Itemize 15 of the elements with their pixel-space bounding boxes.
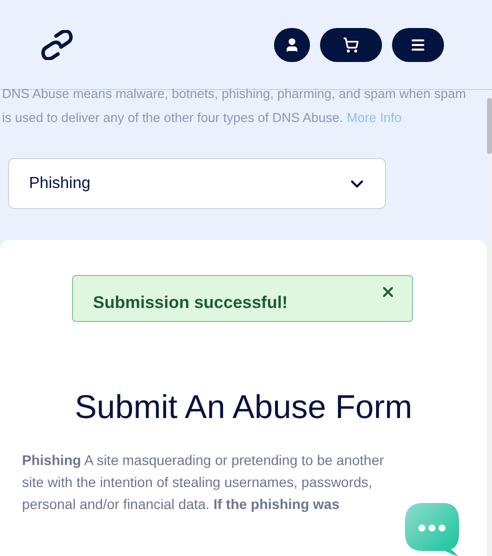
alert-message: Submission successful! bbox=[93, 292, 288, 314]
close-icon bbox=[380, 284, 396, 300]
form-title: Submit An Abuse Form bbox=[74, 387, 414, 427]
menu-button[interactable] bbox=[392, 28, 444, 62]
abuse-type-select[interactable]: Phishing bbox=[8, 158, 386, 209]
form-description: Phishing A site masquerading or pretending to be another site with the intention of stealing usernames, passwords, personal and/or financial data. If the phishing was bbox=[22, 451, 385, 514]
chain-link-logo[interactable] bbox=[40, 30, 74, 60]
cart-icon bbox=[343, 36, 359, 52]
account-button[interactable] bbox=[274, 28, 310, 62]
intro-text: DNS Abuse means malware, botnets, phishing, pharming, and spam when spam is used to deliver any of the other four types of DNS Abuse. More Info bbox=[1, 85, 467, 127]
cart-button[interactable] bbox=[320, 28, 382, 62]
user-icon bbox=[284, 36, 300, 52]
menu-icon bbox=[410, 36, 426, 52]
close-alert-button[interactable] bbox=[380, 284, 396, 300]
scrollbar-thumb[interactable] bbox=[487, 98, 492, 154]
